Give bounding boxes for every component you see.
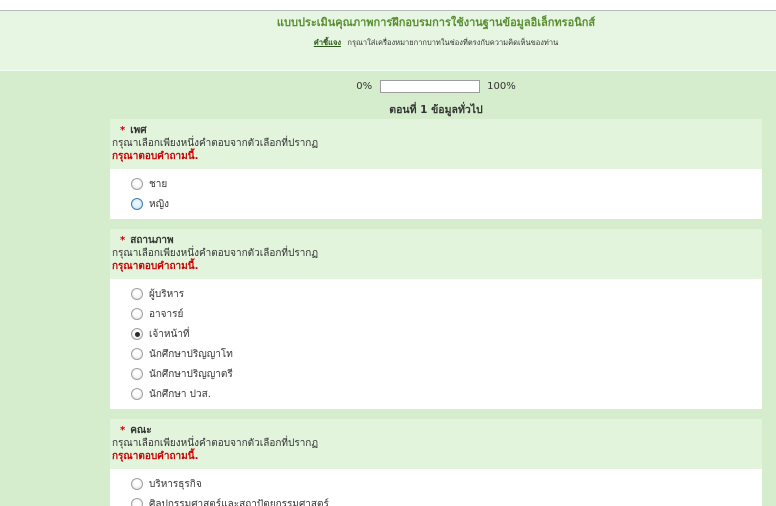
answer-list: บริหารธุรกิจ ศิลปกรรมศาสตร์และสถาปัตยกรร… <box>110 469 762 506</box>
question-help: กรุณาเลือกเพียงหนึ่งคำตอบจากตัวเลือกที่ป… <box>112 138 319 149</box>
option-label[interactable]: บริหารธุรกิจ <box>149 477 202 492</box>
question-error: กรุณาตอบคำถามนี้. <box>112 261 199 272</box>
radio-button[interactable] <box>131 178 143 190</box>
survey-header: แบบประเมินคุณภาพการฝึกอบรมการใช้งานฐานข้… <box>0 11 776 71</box>
option-business-administration[interactable]: บริหารธุรกิจ <box>110 474 762 494</box>
top-border <box>0 0 776 11</box>
radio-button[interactable] <box>131 198 143 210</box>
answer-list: ชาย หญิง <box>110 169 762 219</box>
option-lecturer[interactable]: อาจารย์ <box>110 304 762 324</box>
radio-button[interactable] <box>131 328 143 340</box>
option-label[interactable]: หญิง <box>149 197 169 212</box>
question-faculty: * คณะ กรุณาเลือกเพียงหนึ่งคำตอบจากตัวเลือ… <box>110 419 762 506</box>
question-header: * คณะ กรุณาเลือกเพียงหนึ่งคำตอบจากตัวเลือ… <box>110 419 762 469</box>
radio-button[interactable] <box>131 308 143 320</box>
option-arts-and-architecture[interactable]: ศิลปกรรมศาสตร์และสถาปัตยกรรมศาสตร์ <box>110 494 762 506</box>
question-title: * สถานภาพ <box>112 234 752 247</box>
question-text: เพศ <box>130 125 147 136</box>
survey-header-inner: แบบประเมินคุณภาพการฝึกอบรมการใช้งานฐานข้… <box>110 11 762 49</box>
question-header: * เพศ กรุณาเลือกเพียงหนึ่งคำตอบจากตัวเลือ… <box>110 119 762 169</box>
option-label[interactable]: ผู้บริหาร <box>149 287 184 302</box>
radio-button[interactable] <box>131 368 143 380</box>
question-status: * สถานภาพ กรุณาเลือกเพียงหนึ่งคำตอบจากตัว… <box>110 229 762 409</box>
option-staff[interactable]: เจ้าหน้าที่ <box>110 324 762 344</box>
progress-end-label: 100% <box>487 80 516 92</box>
question-error: กรุณาตอบคำถามนี้. <box>112 451 199 462</box>
option-male[interactable]: ชาย <box>110 174 762 194</box>
instructions-label: คำชี้แจง <box>313 38 342 47</box>
required-mark: * <box>120 425 126 436</box>
radio-button[interactable] <box>131 348 143 360</box>
question-title: * คณะ <box>112 424 752 437</box>
progress-row: 0% 100% <box>110 71 762 101</box>
radio-button[interactable] <box>131 388 143 400</box>
option-label[interactable]: เจ้าหน้าที่ <box>149 327 190 342</box>
answer-list-viewport: บริหารธุรกิจ ศิลปกรรมศาสตร์และสถาปัตยกรร… <box>110 469 762 506</box>
section-title: ตอนที่ 1 ข้อมูลทั่วไป <box>389 104 483 116</box>
question-help: กรุณาเลือกเพียงหนึ่งคำตอบจากตัวเลือกที่ป… <box>112 438 319 449</box>
answer-list: ผู้บริหาร อาจารย์ เจ้าหน้าที่ นักศึกษาปร… <box>110 279 762 409</box>
option-female[interactable]: หญิง <box>110 194 762 214</box>
option-administrator[interactable]: ผู้บริหาร <box>110 284 762 304</box>
survey-title: แบบประเมินคุณภาพการฝึกอบรมการใช้งานฐานข้… <box>276 16 596 29</box>
option-label[interactable]: นักศึกษา ปวส. <box>149 387 211 402</box>
required-mark: * <box>120 125 126 136</box>
option-diploma-student[interactable]: นักศึกษา ปวส. <box>110 384 762 404</box>
progress-start-label: 0% <box>356 80 373 92</box>
progress-bar <box>380 79 481 93</box>
question-gender: * เพศ กรุณาเลือกเพียงหนึ่งคำตอบจากตัวเลือ… <box>110 119 762 219</box>
option-masters-student[interactable]: นักศึกษาปริญญาโท <box>110 344 762 364</box>
option-label[interactable]: ศิลปกรรมศาสตร์และสถาปัตยกรรมศาสตร์ <box>149 497 329 506</box>
survey-page: แบบประเมินคุณภาพการฝึกอบรมการใช้งานฐานข้… <box>0 0 776 506</box>
question-text: คณะ <box>130 425 152 436</box>
radio-button[interactable] <box>131 288 143 300</box>
question-help: กรุณาเลือกเพียงหนึ่งคำตอบจากตัวเลือกที่ป… <box>112 248 319 259</box>
option-bachelors-student[interactable]: นักศึกษาปริญญาตรี <box>110 364 762 384</box>
instructions-text: กรุณาใส่เครื่องหมายกากบาทในช่องที่ตรงกับ… <box>347 38 559 47</box>
option-label[interactable]: ชาย <box>149 177 167 192</box>
option-label[interactable]: นักศึกษาปริญญาโท <box>149 347 233 362</box>
radio-button[interactable] <box>131 478 143 490</box>
option-label[interactable]: อาจารย์ <box>149 307 183 322</box>
radio-button[interactable] <box>131 498 143 506</box>
question-text: สถานภาพ <box>130 235 174 246</box>
question-header: * สถานภาพ กรุณาเลือกเพียงหนึ่งคำตอบจากตัว… <box>110 229 762 279</box>
question-title: * เพศ <box>112 124 752 137</box>
survey-instructions: คำชี้แจง กรุณาใส่เครื่องหมายกากบาทในช่อง… <box>110 37 762 49</box>
option-label[interactable]: นักศึกษาปริญญาตรี <box>149 367 233 382</box>
question-error: กรุณาตอบคำถามนี้. <box>112 151 199 162</box>
required-mark: * <box>120 235 126 246</box>
